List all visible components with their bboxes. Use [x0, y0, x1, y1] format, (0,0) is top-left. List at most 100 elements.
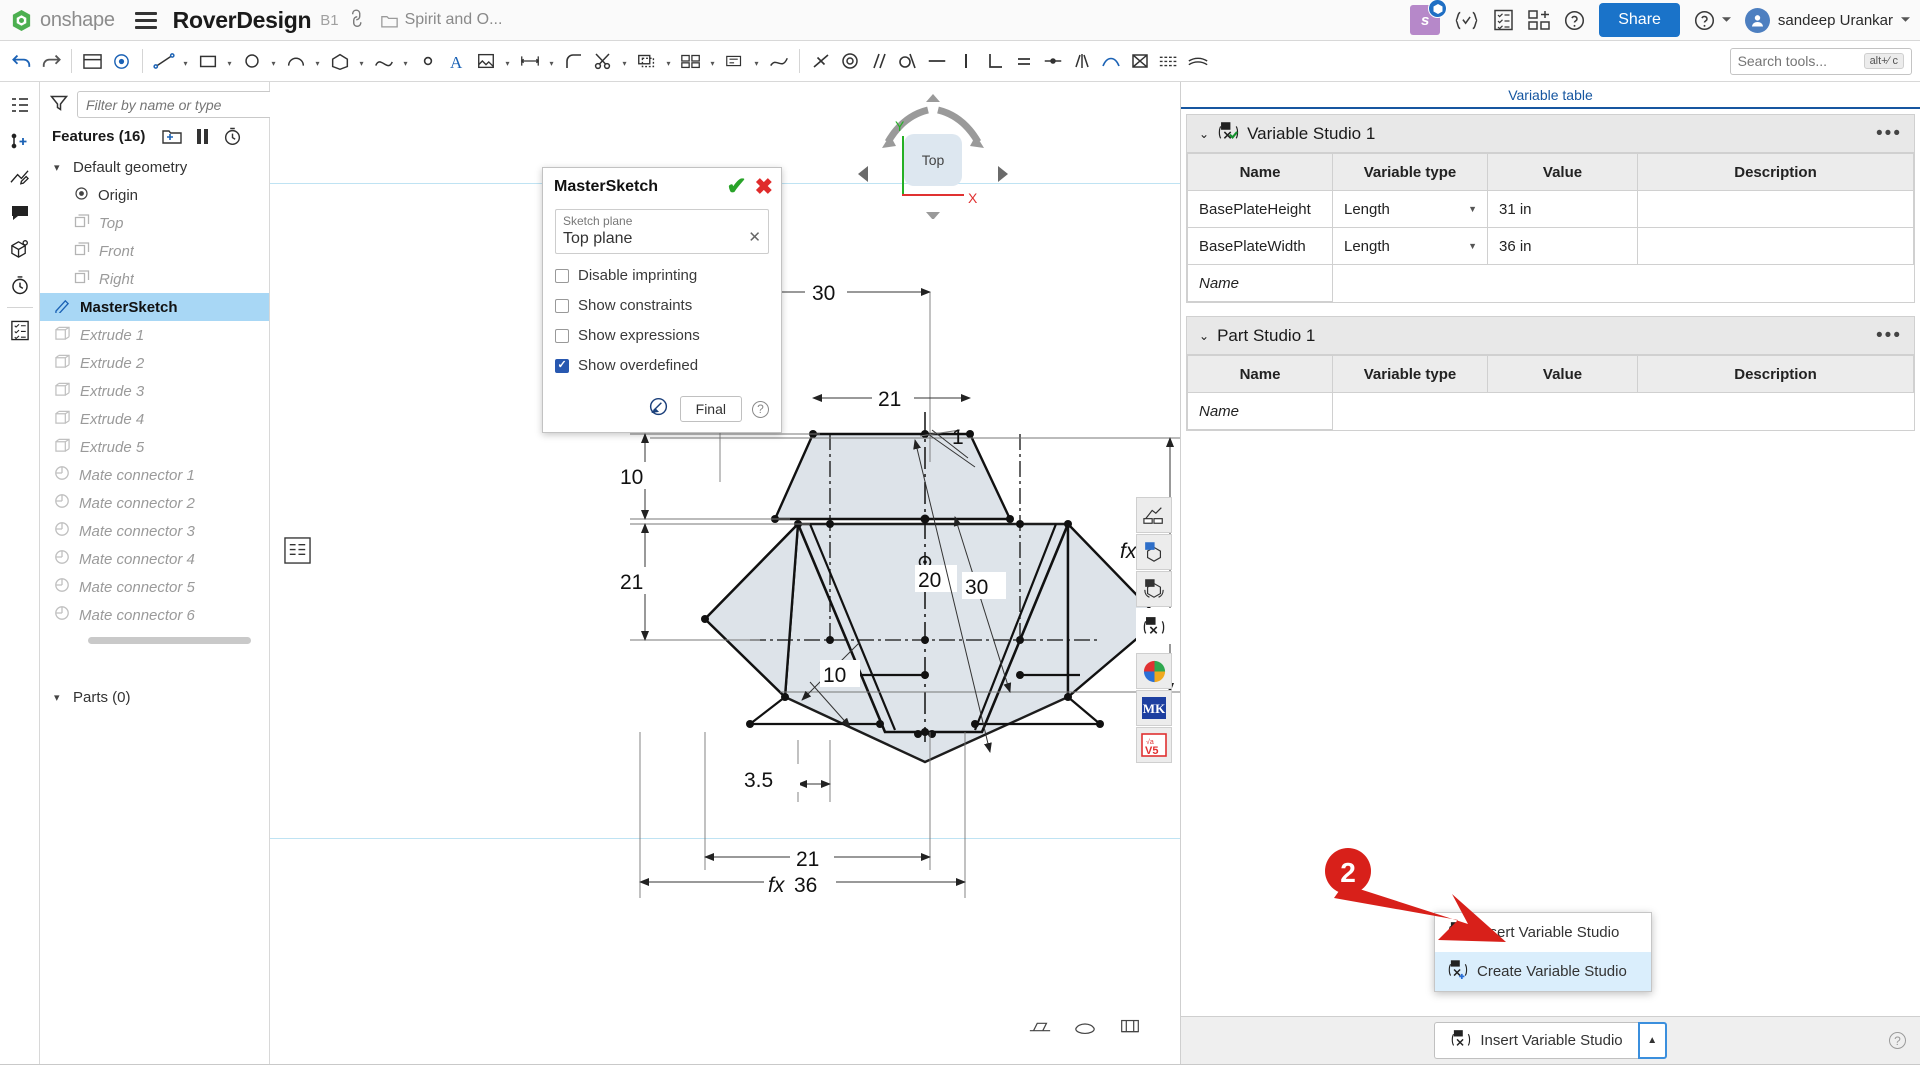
cell-description[interactable] — [1638, 228, 1914, 265]
offset-tool-caret[interactable]: ▾ — [662, 46, 675, 76]
image-tool[interactable] — [472, 46, 499, 76]
part-studio-menu[interactable]: ••• — [1876, 325, 1902, 347]
variable-studio-header[interactable]: ⌄ Variable Studio 1 ••• — [1187, 115, 1914, 153]
plane-button[interactable] — [108, 46, 135, 76]
insert-variable-studio-button[interactable]: Insert Variable Studio — [1434, 1022, 1637, 1059]
chevron-down-icon[interactable]: ⌄ — [1199, 329, 1209, 343]
tree-feature-mastersketch[interactable]: MasterSketch — [40, 293, 269, 321]
circle-tool-caret[interactable]: ▾ — [267, 46, 280, 76]
constraint-horizontal[interactable] — [923, 46, 950, 76]
insert-variable-studio-split-button[interactable]: Insert Variable Studio ▲ — [1434, 1022, 1666, 1059]
parts-section-header[interactable]: ▾ Parts (0) — [40, 689, 269, 706]
tree-feature-mate-connector-3[interactable]: Mate connector 3 — [40, 517, 269, 545]
help-icon[interactable]: ? — [752, 401, 769, 418]
image-tool-caret[interactable]: ▾ — [501, 46, 514, 76]
checklist-icon[interactable] — [1493, 9, 1514, 31]
scene-icon[interactable] — [1118, 1017, 1142, 1040]
help-menu-icon[interactable] — [1694, 10, 1731, 31]
checkbox-show-expressions[interactable]: Show expressions — [555, 327, 769, 344]
construction-tool[interactable] — [765, 46, 792, 76]
app-s-badge[interactable]: s — [1410, 5, 1440, 35]
constraint-equal[interactable] — [1010, 46, 1037, 76]
circle-tool[interactable] — [238, 46, 265, 76]
user-menu[interactable]: sandeep Urankar — [1745, 8, 1910, 33]
constraint-parallel[interactable] — [865, 46, 892, 76]
variable-table-icon[interactable] — [3, 312, 37, 348]
rollback-bar[interactable] — [88, 637, 251, 644]
checkbox-show-constraints[interactable]: Show constraints — [555, 297, 769, 314]
configure-part-icon[interactable] — [1136, 534, 1172, 570]
constraint-midpoint[interactable] — [1039, 46, 1066, 76]
cell-description[interactable] — [1638, 191, 1914, 228]
color-wheel-app-icon[interactable] — [1136, 653, 1172, 689]
feature-script-icon[interactable] — [1454, 10, 1479, 31]
chevron-down-icon[interactable]: ⌄ — [1199, 127, 1209, 141]
variable-table-tab[interactable]: Variable table — [1181, 82, 1920, 109]
polygon-tool[interactable] — [326, 46, 353, 76]
cell-variable-type[interactable]: Length ▼ — [1333, 191, 1488, 228]
table-row[interactable]: BasePlateWidth Length ▼ 36 in — [1188, 228, 1914, 265]
tree-feature-mate-connector-5[interactable]: Mate connector 5 — [40, 573, 269, 601]
help-circle-icon[interactable] — [1564, 10, 1585, 31]
graphics-viewport[interactable]: 30 21 10 21 1 20 30 — [270, 82, 1180, 1064]
tree-group-default-geometry[interactable]: ▾ Default geometry — [40, 153, 269, 181]
insert-variable-studio-menu[interactable]: Insert Variable Studio Create Variable S… — [1434, 912, 1652, 992]
cell-name[interactable]: BasePlateWidth — [1188, 228, 1333, 265]
cancel-button[interactable]: ✖ — [755, 176, 773, 198]
tree-feature-mate-connector-6[interactable]: Mate connector 6 — [40, 601, 269, 629]
rectangle-tool-caret[interactable]: ▾ — [223, 46, 236, 76]
constraint-pattern[interactable] — [1155, 46, 1182, 76]
sketch-button[interactable] — [79, 46, 106, 76]
tree-feature-extrude-2[interactable]: Extrude 2 — [40, 349, 269, 377]
render-icon[interactable] — [1136, 497, 1172, 533]
constraint-perpendicular[interactable] — [981, 46, 1008, 76]
dimension-tool[interactable] — [516, 46, 543, 76]
constraint-coincident[interactable] — [807, 46, 834, 76]
sketch-panel-toggle[interactable] — [284, 537, 311, 567]
variable-studio-icon[interactable] — [1136, 608, 1172, 644]
menu-item-create-variable-studio[interactable]: Create Variable Studio — [1435, 952, 1651, 991]
tree-node-top-plane[interactable]: Top — [40, 209, 269, 237]
tree-feature-extrude-5[interactable]: Extrude 5 — [40, 433, 269, 461]
link-icon[interactable] — [344, 6, 372, 34]
final-button[interactable]: Final — [680, 396, 742, 422]
display-style-icon[interactable] — [1073, 1017, 1097, 1040]
filter-input[interactable] — [77, 91, 277, 118]
line-tool[interactable] — [150, 46, 177, 76]
share-button[interactable]: Share — [1599, 3, 1680, 37]
chevron-down-icon[interactable]: ▼ — [1468, 204, 1477, 214]
rectangle-tool[interactable] — [194, 46, 221, 76]
sketch-plane-field[interactable]: Sketch plane Top plane ✕ — [555, 209, 769, 254]
sketch-display-icon[interactable] — [647, 396, 670, 422]
polygon-tool-caret[interactable]: ▾ — [355, 46, 368, 76]
tree-feature-mate-connector-1[interactable]: Mate connector 1 — [40, 461, 269, 489]
view-cube-face[interactable]: Top — [904, 134, 962, 186]
constraint-vertical[interactable] — [952, 46, 979, 76]
constraint-concentric[interactable] — [836, 46, 863, 76]
trim-tool-caret[interactable]: ▾ — [618, 46, 631, 76]
constraint-tangent[interactable] — [894, 46, 921, 76]
extrude-text-tool[interactable] — [721, 46, 748, 76]
trim-tool[interactable] — [589, 46, 616, 76]
cell-name[interactable]: BasePlateHeight — [1188, 191, 1333, 228]
variable-studio-menu[interactable]: ••• — [1876, 123, 1902, 145]
new-row-name-input[interactable]: Name — [1188, 393, 1333, 430]
checkbox-show-overdefined[interactable]: Show overdefined — [555, 357, 769, 374]
new-variable-row[interactable]: Name — [1188, 393, 1914, 430]
search-input[interactable] — [1738, 53, 1856, 69]
search-tools[interactable]: alt+⁄ c — [1730, 48, 1912, 75]
feature-list-icon[interactable] — [3, 87, 37, 123]
add-feature-icon[interactable] — [3, 123, 37, 159]
extrude-text-caret[interactable]: ▾ — [750, 46, 763, 76]
constraint-fix[interactable] — [1126, 46, 1153, 76]
part-studio-header[interactable]: ⌄ Part Studio 1 ••• — [1187, 317, 1914, 355]
mirror-tool[interactable] — [677, 46, 704, 76]
v5-app-icon[interactable]: √aV5 — [1136, 727, 1172, 763]
menu-item-insert-variable-studio[interactable]: Insert Variable Studio — [1435, 913, 1651, 952]
cell-value[interactable]: 31 in — [1488, 191, 1638, 228]
help-icon[interactable]: ? — [1889, 1032, 1906, 1049]
spline-tool[interactable] — [370, 46, 397, 76]
insert-variable-studio-caret[interactable]: ▲ — [1638, 1022, 1667, 1059]
document-title[interactable]: RoverDesign — [173, 7, 312, 34]
new-row-name-input[interactable]: Name — [1188, 265, 1333, 302]
